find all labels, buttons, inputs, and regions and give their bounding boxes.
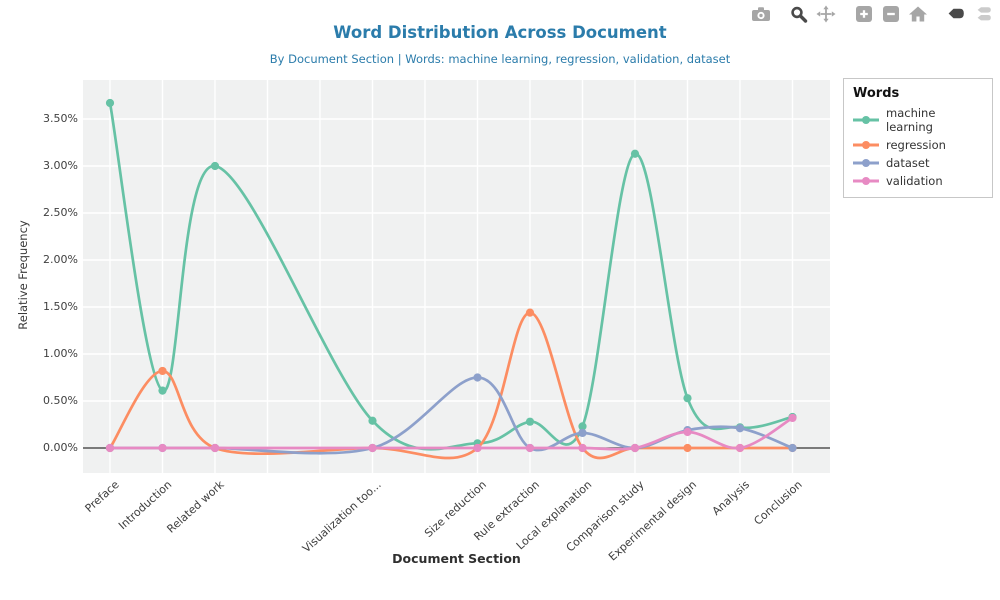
y-tick-label: 0.00% xyxy=(0,440,78,456)
data-point-machine-learning xyxy=(158,387,166,395)
data-point-machine-learning xyxy=(526,418,534,426)
chart-title: Word Distribution Across Document xyxy=(0,23,1000,42)
data-point-validation xyxy=(736,444,744,452)
data-point-validation xyxy=(578,444,586,452)
series-machine-learning xyxy=(106,99,797,449)
data-point-machine-learning xyxy=(211,162,219,170)
y-tick-label: 3.00% xyxy=(0,158,78,174)
zoom-in-icon[interactable] xyxy=(853,5,875,23)
legend-item-regression[interactable]: regression xyxy=(853,138,983,152)
zoom-icon[interactable] xyxy=(788,5,810,23)
data-point-regression xyxy=(683,444,691,452)
data-point-validation xyxy=(683,428,691,436)
legend: Words machine learning regression dataset v… xyxy=(843,78,993,198)
data-point-validation xyxy=(368,444,376,452)
legend-swatch-icon xyxy=(853,139,879,151)
legend-swatch-icon xyxy=(853,114,879,126)
legend-item-label: dataset xyxy=(886,156,929,170)
reset-home-icon[interactable] xyxy=(907,5,929,23)
y-tick-label: 2.50% xyxy=(0,205,78,221)
data-point-validation xyxy=(526,444,534,452)
data-point-dataset xyxy=(578,429,586,437)
data-point-dataset xyxy=(788,444,796,452)
data-point-machine-learning xyxy=(631,150,639,158)
modebar xyxy=(745,5,994,23)
legend-swatch-icon xyxy=(853,175,879,187)
y-tick-label: 1.50% xyxy=(0,299,78,315)
legend-swatch-icon xyxy=(853,157,879,169)
legend-item-validation[interactable]: validation xyxy=(853,174,983,188)
y-axis-title: Relative Frequency xyxy=(16,210,30,340)
series-dataset xyxy=(106,373,797,453)
series-regression xyxy=(106,309,797,458)
chart-subtitle: By Document Section | Words: machine lea… xyxy=(0,52,1000,66)
x-axis-title: Document Section xyxy=(83,551,830,566)
plot-area[interactable] xyxy=(83,80,830,473)
data-point-regression xyxy=(158,367,166,375)
legend-item-dataset[interactable]: dataset xyxy=(853,156,983,170)
legend-title: Words xyxy=(853,86,983,101)
data-point-dataset xyxy=(736,424,744,432)
series-line-dataset xyxy=(110,378,793,454)
figure: Word Distribution Across Document By Doc… xyxy=(0,0,1000,600)
data-point-machine-learning xyxy=(106,99,114,107)
data-point-validation xyxy=(473,444,481,452)
data-point-validation xyxy=(211,444,219,452)
legend-item-label: regression xyxy=(886,138,946,152)
legend-item-label: machine learning xyxy=(886,106,983,134)
chart-canvas[interactable] xyxy=(83,80,830,473)
y-tick-label: 2.00% xyxy=(0,252,78,268)
data-point-validation xyxy=(788,414,796,422)
x-tick-label: Conclusion xyxy=(751,478,804,528)
x-tick-label: Analysis xyxy=(709,478,751,518)
x-tick-label: Visualization too... xyxy=(300,478,384,555)
data-point-validation xyxy=(631,444,639,452)
y-tick-label: 3.50% xyxy=(0,111,78,127)
x-tick-label: Preface xyxy=(83,478,122,515)
legend-items: machine learning regression dataset validat… xyxy=(853,106,983,188)
legend-item-label: validation xyxy=(886,174,943,188)
data-point-validation xyxy=(106,444,114,452)
pan-icon[interactable] xyxy=(815,5,837,23)
hover-compare-icon[interactable] xyxy=(972,5,994,23)
y-tick-label: 0.50% xyxy=(0,393,78,409)
data-point-dataset xyxy=(473,373,481,381)
legend-item-machine-learning[interactable]: machine learning xyxy=(853,106,983,134)
hover-closest-icon[interactable] xyxy=(945,5,967,23)
data-point-machine-learning xyxy=(683,394,691,402)
data-point-regression xyxy=(526,309,534,317)
data-point-machine-learning xyxy=(368,417,376,425)
zoom-out-icon[interactable] xyxy=(880,5,902,23)
gridlines xyxy=(83,80,830,473)
camera-snapshot-icon[interactable] xyxy=(750,5,772,23)
series-line-regression xyxy=(110,313,793,458)
y-tick-label: 1.00% xyxy=(0,346,78,362)
data-point-validation xyxy=(158,444,166,452)
